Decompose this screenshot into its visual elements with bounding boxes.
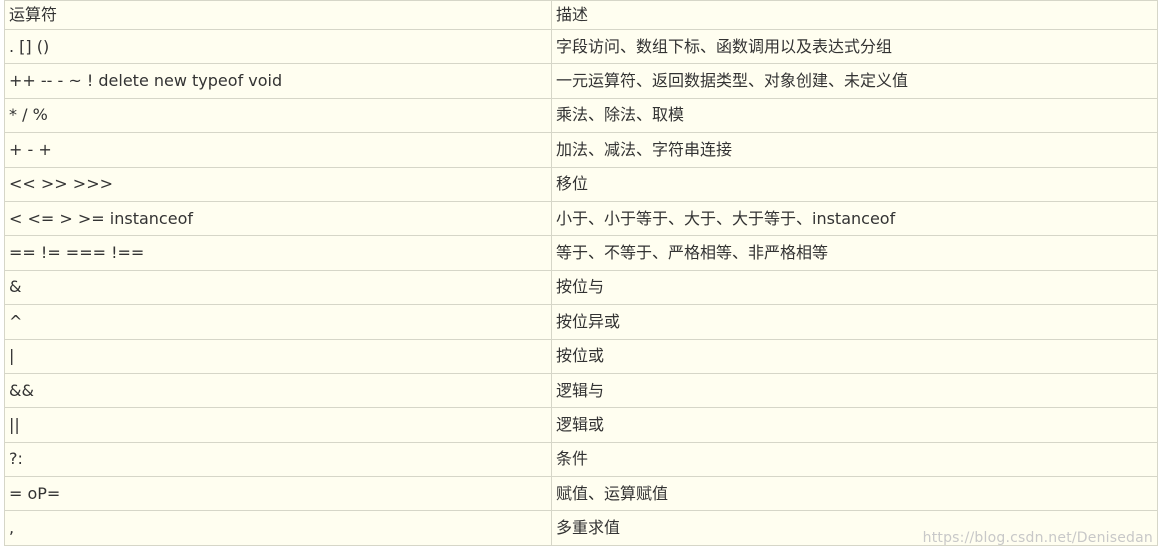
operator-table-container: 运算符 描述 . [] () 字段访问、数组下标、函数调用以及表达式分组 ++ … [4, 0, 1158, 546]
table-header-row: 运算符 描述 [4, 0, 1158, 30]
table-row: | 按位或 [4, 338, 1158, 374]
operator-cell: + - + [4, 132, 552, 168]
description-cell: 等于、不等于、严格相等、非严格相等 [551, 235, 1158, 271]
description-cell: 字段访问、数组下标、函数调用以及表达式分组 [551, 28, 1158, 65]
operator-cell: = oP= [4, 476, 552, 512]
table-row: < <= > >= instanceof 小于、小于等于、大于、大于等于、ins… [4, 200, 1158, 237]
description-cell: 逻辑或 [551, 407, 1158, 443]
description-cell: 一元运算符、返回数据类型、对象创建、未定义值 [551, 63, 1158, 99]
table-row: || 逻辑或 [4, 407, 1158, 443]
operator-cell: < <= > >= instanceof [4, 200, 552, 237]
operator-cell: == != === !== [4, 235, 552, 271]
operator-cell: & [4, 269, 552, 306]
description-cell: 小于、小于等于、大于、大于等于、instanceof [551, 200, 1158, 237]
operator-table: 运算符 描述 . [] () 字段访问、数组下标、函数调用以及表达式分组 ++ … [4, 0, 1158, 546]
operator-cell: << >> >>> [4, 166, 552, 202]
table-row: = oP= 赋值、运算赋值 [4, 476, 1158, 512]
table-row: ?: 条件 [4, 441, 1158, 478]
operator-cell: . [] () [4, 28, 552, 65]
description-cell: 按位异或 [551, 304, 1158, 340]
description-cell: 加法、减法、字符串连接 [551, 132, 1158, 168]
operator-cell: | [4, 338, 552, 374]
operator-cell: ^ [4, 304, 552, 340]
description-cell: 移位 [551, 166, 1158, 202]
table-row: ++ -- - ~ ! delete new typeof void 一元运算符… [4, 63, 1158, 99]
table-row: << >> >>> 移位 [4, 166, 1158, 202]
header-description: 描述 [551, 0, 1158, 30]
header-operator: 运算符 [4, 0, 552, 30]
description-cell: 赋值、运算赋值 [551, 476, 1158, 512]
operator-cell: * / % [4, 97, 552, 134]
watermark: https://blog.csdn.net/Denisedan [922, 530, 1153, 546]
table-row: == != === !== 等于、不等于、严格相等、非严格相等 [4, 235, 1158, 271]
operator-cell: ?: [4, 441, 552, 478]
operator-cell: || [4, 407, 552, 443]
table-row: . [] () 字段访问、数组下标、函数调用以及表达式分组 [4, 28, 1158, 65]
description-cell: 按位与 [551, 269, 1158, 306]
table-row: && 逻辑与 [4, 372, 1158, 409]
description-cell: 逻辑与 [551, 372, 1158, 409]
table-row: ^ 按位异或 [4, 304, 1158, 340]
operator-cell: , [4, 510, 552, 546]
description-cell: 按位或 [551, 338, 1158, 374]
operator-cell: ++ -- - ~ ! delete new typeof void [4, 63, 552, 99]
table-row: * / % 乘法、除法、取模 [4, 97, 1158, 134]
table-row: & 按位与 [4, 269, 1158, 306]
description-cell: 条件 [551, 441, 1158, 478]
description-cell: 乘法、除法、取模 [551, 97, 1158, 134]
operator-cell: && [4, 372, 552, 409]
table-row: + - + 加法、减法、字符串连接 [4, 132, 1158, 168]
